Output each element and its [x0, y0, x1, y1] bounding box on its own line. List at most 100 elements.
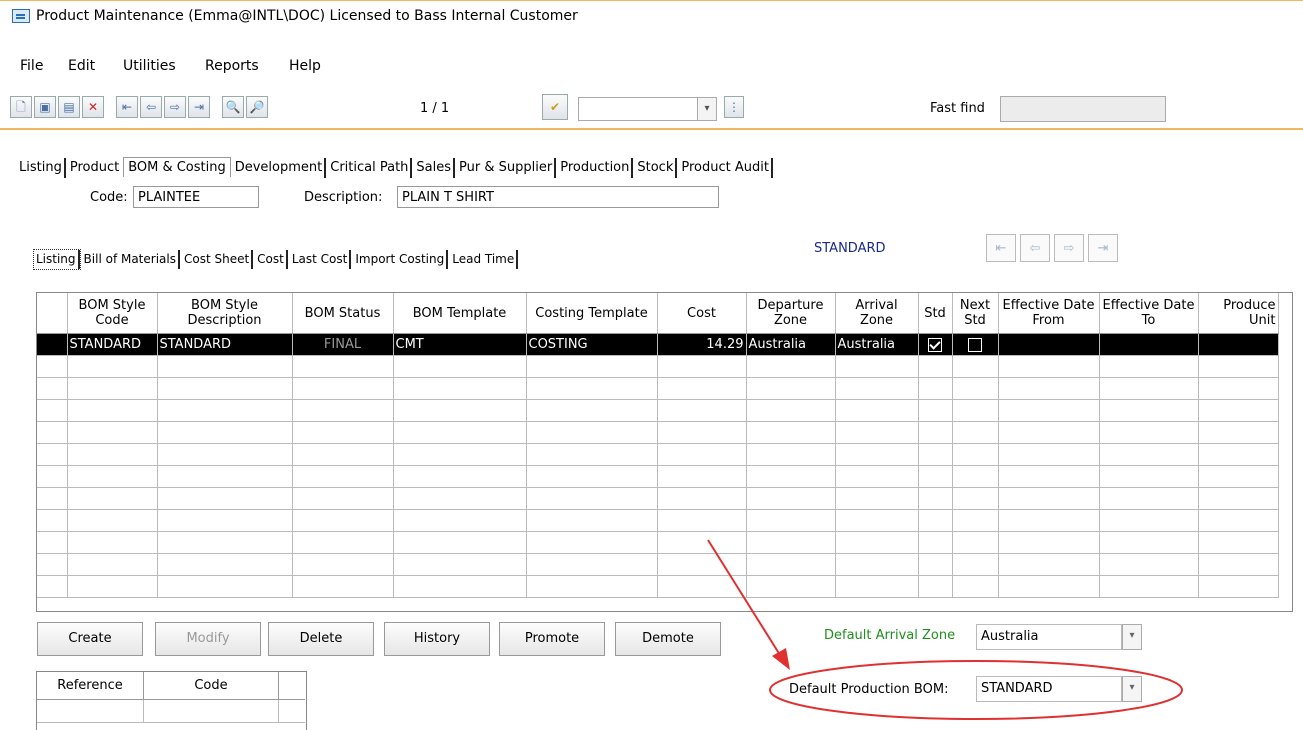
empty-cell[interactable] [918, 553, 953, 576]
reference-cell[interactable] [37, 700, 144, 723]
col-next-std[interactable]: Next Std [952, 293, 999, 334]
chevron-down-icon[interactable]: ▾ [697, 97, 717, 121]
empty-cell[interactable] [393, 509, 527, 532]
empty-cell[interactable] [526, 509, 658, 532]
cell-bom-style-description[interactable]: STANDARD [157, 333, 293, 356]
cell-effective-date-from[interactable] [998, 333, 1100, 356]
empty-cell[interactable] [952, 355, 999, 378]
empty-cell[interactable] [1099, 487, 1199, 510]
col-bom-template[interactable]: BOM Template [393, 293, 527, 334]
find-icon[interactable]: 🔎 [246, 96, 268, 118]
empty-cell[interactable] [292, 399, 394, 422]
cell-next-std[interactable] [952, 333, 999, 356]
empty-cell[interactable] [526, 443, 658, 466]
empty-table-row[interactable] [37, 399, 1279, 422]
empty-cell[interactable] [918, 509, 953, 532]
empty-cell[interactable] [1099, 531, 1199, 554]
empty-cell[interactable] [393, 421, 527, 444]
empty-cell[interactable] [393, 399, 527, 422]
empty-cell[interactable] [918, 465, 953, 488]
new-record-icon[interactable]: 🗋 [10, 96, 32, 118]
empty-table-row[interactable] [37, 575, 1279, 598]
empty-cell[interactable] [67, 465, 158, 488]
empty-cell[interactable] [292, 443, 394, 466]
empty-table-row[interactable] [37, 421, 1279, 444]
empty-cell[interactable] [67, 531, 158, 554]
empty-cell[interactable] [746, 465, 836, 488]
empty-cell[interactable] [998, 575, 1100, 598]
empty-cell[interactable] [526, 465, 658, 488]
empty-cell[interactable] [746, 553, 836, 576]
empty-cell[interactable] [292, 421, 394, 444]
col-produce-unit[interactable]: Produce Unit [1198, 293, 1279, 334]
empty-cell[interactable] [835, 355, 919, 378]
empty-cell[interactable] [67, 575, 158, 598]
save-icon[interactable]: ▣ [34, 96, 56, 118]
col-std[interactable]: Std [918, 293, 953, 334]
empty-cell[interactable] [657, 465, 747, 488]
empty-cell[interactable] [952, 465, 999, 488]
toolbar-combo[interactable] [578, 97, 698, 121]
menu-utilities[interactable]: Utilities [123, 58, 176, 74]
menu-edit[interactable]: Edit [68, 58, 95, 74]
empty-cell[interactable] [1099, 443, 1199, 466]
empty-cell[interactable] [526, 355, 658, 378]
first-record-icon[interactable]: ⇤ [116, 96, 138, 118]
tab-pur-supplier[interactable]: Pur & Supplier [457, 158, 557, 178]
empty-cell[interactable] [998, 399, 1100, 422]
empty-cell[interactable] [1198, 399, 1279, 422]
delete-button[interactable]: Delete [268, 622, 374, 656]
empty-cell[interactable] [918, 377, 953, 400]
empty-cell[interactable] [67, 509, 158, 532]
empty-cell[interactable] [157, 487, 293, 510]
empty-cell[interactable] [526, 531, 658, 554]
col-code[interactable]: Code [144, 672, 279, 700]
empty-cell[interactable] [952, 553, 999, 576]
hierarchy-icon[interactable]: ⋮ [724, 96, 744, 118]
col-effective-date-from[interactable]: Effective Date From [998, 293, 1100, 334]
col-reference[interactable]: Reference [37, 672, 144, 700]
empty-cell[interactable] [657, 487, 747, 510]
empty-cell[interactable] [952, 509, 999, 532]
reference-cell[interactable] [144, 700, 279, 723]
demote-button[interactable]: Demote [615, 622, 721, 656]
empty-cell[interactable] [746, 355, 836, 378]
empty-cell[interactable] [292, 465, 394, 488]
preview-icon[interactable]: 🔍 [222, 96, 244, 118]
empty-cell[interactable] [918, 355, 953, 378]
empty-cell[interactable] [835, 487, 919, 510]
cell-cost[interactable]: 14.29 [657, 333, 747, 356]
empty-cell[interactable] [952, 443, 999, 466]
bom-grid[interactable]: BOM Style Code BOM Style Description BOM… [36, 292, 1293, 612]
subtab-cost[interactable]: Cost [255, 250, 288, 269]
empty-cell[interactable] [292, 355, 394, 378]
empty-cell[interactable] [526, 487, 658, 510]
empty-cell[interactable] [746, 443, 836, 466]
tab-sales[interactable]: Sales [414, 158, 456, 178]
subtab-lead-time[interactable]: Lead Time [450, 250, 519, 269]
empty-cell[interactable] [835, 553, 919, 576]
cell-arrival-zone[interactable]: Australia [835, 333, 919, 356]
empty-table-row[interactable] [37, 355, 1279, 378]
empty-cell[interactable] [1099, 421, 1199, 444]
col-arrival-zone[interactable]: Arrival Zone [835, 293, 919, 334]
cell-produce-unit[interactable] [1198, 333, 1279, 356]
empty-cell[interactable] [1198, 575, 1279, 598]
empty-cell[interactable] [292, 377, 394, 400]
empty-cell[interactable] [1099, 509, 1199, 532]
subtab-cost-sheet[interactable]: Cost Sheet [182, 250, 254, 269]
empty-cell[interactable] [952, 531, 999, 554]
empty-cell[interactable] [157, 421, 293, 444]
empty-cell[interactable] [1099, 355, 1199, 378]
empty-cell[interactable] [952, 421, 999, 444]
empty-cell[interactable] [657, 531, 747, 554]
empty-cell[interactable] [1198, 443, 1279, 466]
delete-record-icon[interactable]: ✕ [82, 96, 104, 118]
empty-cell[interactable] [657, 399, 747, 422]
empty-cell[interactable] [292, 509, 394, 532]
empty-cell[interactable] [157, 465, 293, 488]
empty-cell[interactable] [918, 531, 953, 554]
empty-cell[interactable] [746, 399, 836, 422]
empty-cell[interactable] [657, 509, 747, 532]
empty-cell[interactable] [952, 575, 999, 598]
